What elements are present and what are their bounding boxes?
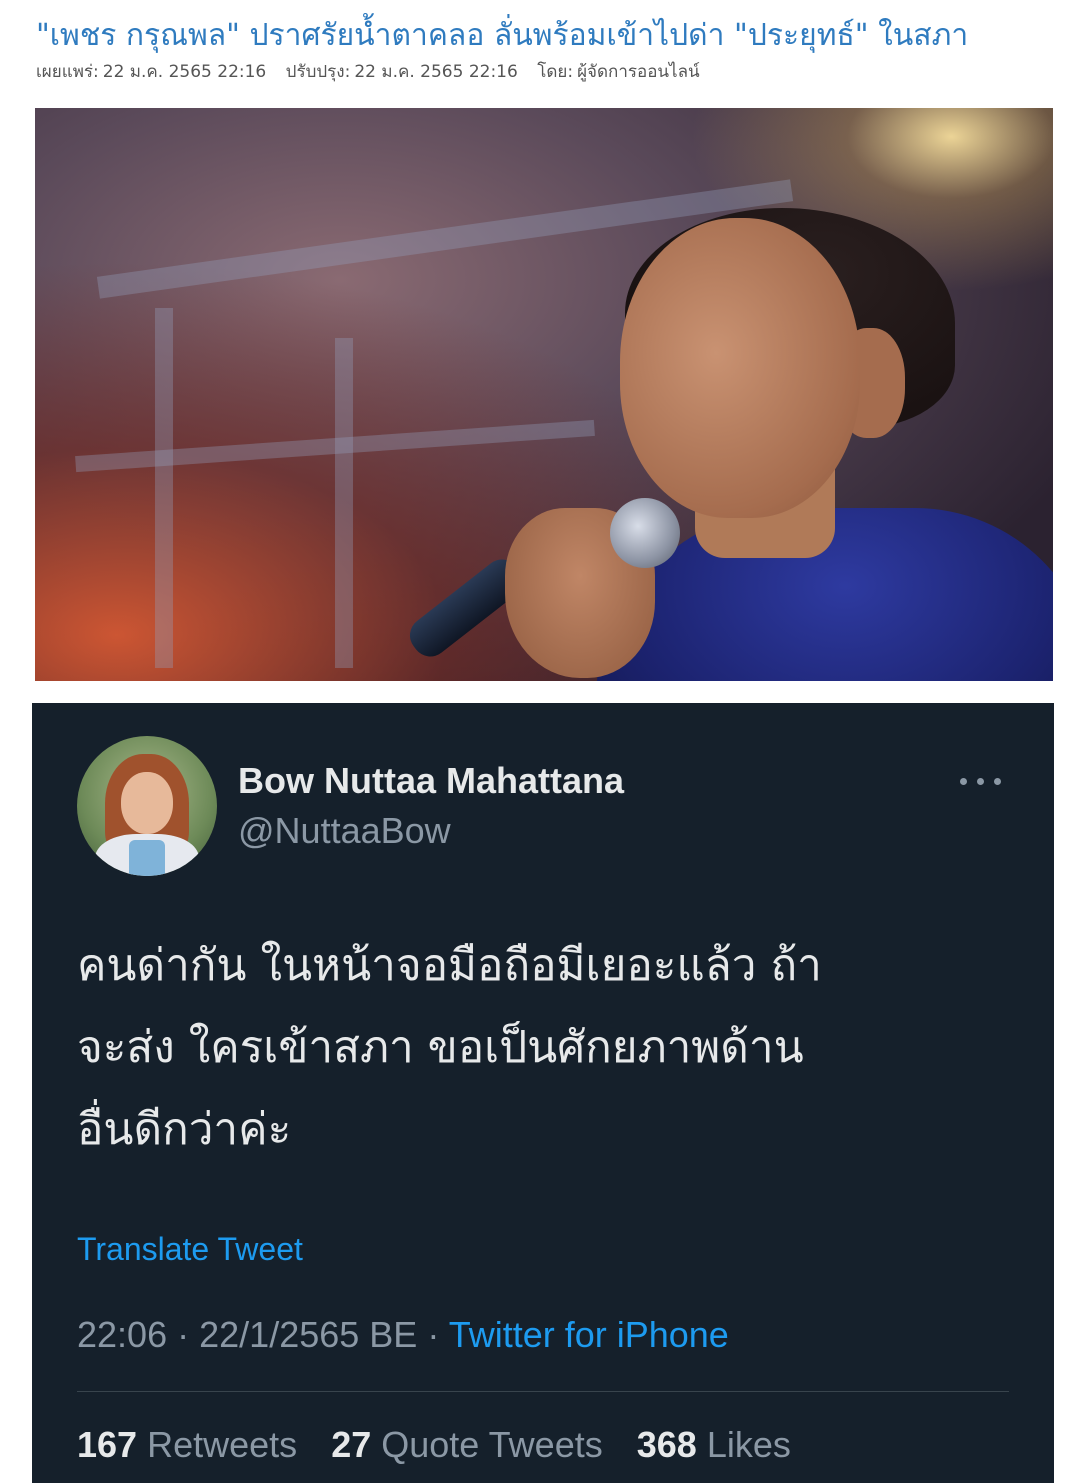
tweet-display-name[interactable]: Bow Nuttaa Mahattana [238,760,624,802]
published-date: 22 ม.ค. 2565 22:16 [102,62,267,82]
tweet-stats: 167 Retweets 27 Quote Tweets 368 Likes [77,1424,815,1466]
quotes-count: 27 [331,1424,372,1465]
tweet-text-line: จะส่ง ใครเข้าสภา ขอเป็นศักยภาพด้าน [77,1022,804,1073]
article-photo[interactable] [35,108,1053,681]
news-article: "เพชร กรุณพล" ปราศรัยน้ำตาคลอ ลั่นพร้อมเ… [0,0,1080,700]
updated-label: ปรับปรุง: [285,62,351,82]
avatar-shirt [129,840,165,876]
tweet-text-line: อื่นดีกว่าค่ะ [77,1104,292,1155]
tweet-timestamp: 22:06 · 22/1/2565 BE · Twitter for iPhon… [77,1314,729,1356]
avatar[interactable] [77,736,217,876]
author-label: โดย: [537,62,574,82]
published-label: เผยแพร่: [36,62,99,82]
likes-label: Likes [706,1424,791,1465]
tweet-date[interactable]: 22/1/2565 BE [199,1314,417,1355]
tweet-text-line: คนด่ากัน ในหน้าจอมือถือมีเยอะแล้ว ถ้า [77,940,822,991]
updated-date: 22 ม.ค. 2565 22:16 [354,62,518,82]
tweet-time[interactable]: 22:06 [77,1314,167,1355]
article-meta: เผยแพร่: 22 ม.ค. 2565 22:16 ปรับปรุง: 22 ม… [36,60,1056,84]
speaker-face [620,218,860,518]
article-headline[interactable]: "เพชร กรุณพล" ปราศรัยน้ำตาคลอ ลั่นพร้อมเ… [36,14,1056,58]
author-name: ผู้จัดการออนไลน์ [577,62,700,82]
separator-dot: · [177,1314,190,1355]
quotes-label: Quote Tweets [381,1424,603,1465]
translate-tweet-link[interactable]: Translate Tweet [77,1231,303,1268]
more-options-icon[interactable] [960,769,1008,793]
likes-stat[interactable]: 368 Likes [637,1424,791,1465]
separator-dot: · [427,1314,440,1355]
stage-truss-post [335,338,353,668]
divider [77,1391,1009,1392]
stage-truss-post [155,308,173,668]
likes-count: 368 [636,1424,697,1465]
retweets-stat[interactable]: 167 Retweets [77,1424,297,1465]
avatar-face [121,772,173,834]
tweet-handle[interactable]: @NuttaaBow [238,810,451,852]
retweets-label: Retweets [147,1424,298,1465]
microphone-icon [610,498,680,568]
tweet-text: คนด่ากัน ในหน้าจอมือถือมีเยอะแล้ว ถ้า จะ… [77,925,1017,1171]
tweet-card: Bow Nuttaa Mahattana @NuttaaBow คนด่ากัน… [32,703,1054,1483]
quote-tweets-stat[interactable]: 27 Quote Tweets [331,1424,603,1465]
tweet-source-link[interactable]: Twitter for iPhone [449,1314,729,1355]
retweets-count: 167 [77,1424,138,1465]
